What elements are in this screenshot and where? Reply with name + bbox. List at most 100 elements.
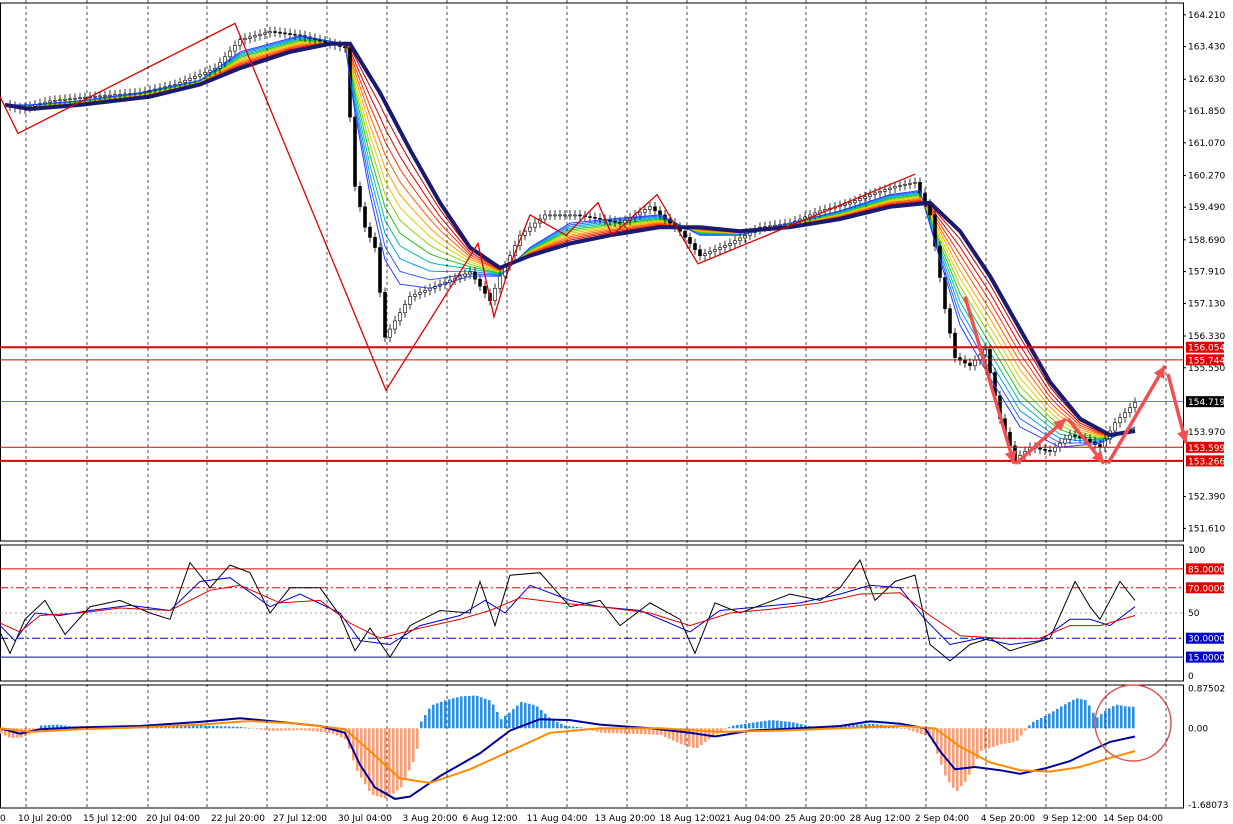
- candle-body: [63, 98, 67, 101]
- candle-body: [908, 183, 912, 185]
- candle-body: [578, 214, 582, 217]
- macd-histogram-bar: [324, 728, 327, 733]
- candle-body: [293, 33, 297, 36]
- candle-body: [703, 253, 707, 256]
- macd-histogram-bar: [1068, 702, 1071, 729]
- candle-body: [498, 275, 502, 289]
- candle-body: [353, 116, 357, 187]
- macd-histogram-bar: [740, 724, 743, 729]
- macd-histogram-bar: [576, 727, 579, 729]
- candle-body: [243, 38, 247, 40]
- macd-histogram-bar: [192, 725, 195, 729]
- candle-body: [323, 40, 327, 43]
- macd-histogram-bar: [776, 720, 779, 729]
- price-tick-label: 164.210: [1188, 11, 1225, 21]
- macd-histogram-bar: [572, 726, 575, 729]
- candle-body: [638, 211, 642, 216]
- macd-histogram-bar: [1128, 706, 1131, 729]
- time-label: 10 Jul 20:00: [18, 814, 72, 824]
- macd-histogram-bar: [452, 698, 455, 729]
- macd-histogram-bar: [216, 726, 219, 729]
- macd-tick-label: 0.87502: [1188, 684, 1225, 694]
- price-tick-label: 151.610: [1188, 524, 1225, 534]
- macd-histogram-bar: [736, 725, 739, 729]
- candle-body: [588, 216, 592, 218]
- macd-histogram-bar: [1040, 717, 1043, 729]
- candle-body: [718, 247, 722, 250]
- candle-body: [973, 360, 977, 367]
- macd-histogram-bar: [952, 728, 955, 788]
- macd-histogram-bar: [768, 720, 771, 729]
- candle-body: [688, 237, 692, 244]
- osc-level-label: 85.0000: [1188, 565, 1225, 575]
- macd-histogram-bar: [232, 726, 235, 729]
- candle-body: [648, 206, 652, 210]
- macd-histogram-bar: [204, 725, 207, 729]
- macd-histogram-bar: [1084, 699, 1087, 729]
- candle-body: [418, 292, 422, 295]
- macd-histogram-bar: [960, 728, 963, 787]
- candle-body: [1063, 438, 1067, 444]
- macd-histogram-bar: [320, 728, 323, 732]
- time-label: 22 Jul 20:00: [211, 814, 265, 824]
- candle-body: [543, 214, 547, 220]
- candle-body: [618, 221, 622, 224]
- candle-body: [268, 31, 272, 34]
- time-label: 0: [0, 814, 6, 824]
- candle-body: [878, 191, 882, 194]
- candle-body: [68, 98, 72, 101]
- macd-histogram-bar: [276, 728, 279, 731]
- macd-histogram-bar: [308, 728, 311, 731]
- macd-histogram-bar: [228, 726, 231, 729]
- macd-histogram-bar: [284, 728, 287, 731]
- macd-histogram-bar: [1032, 721, 1035, 729]
- macd-histogram-bar: [544, 713, 547, 729]
- time-label: 30 Jul 04:00: [338, 814, 392, 824]
- candle-body: [458, 275, 462, 279]
- macd-histogram-bar: [392, 728, 395, 794]
- macd-histogram-bar: [980, 728, 983, 752]
- candle-body: [103, 95, 107, 97]
- candle-body: [848, 202, 852, 205]
- candle-body: [698, 249, 702, 256]
- price-tick-label: 163.430: [1188, 43, 1225, 53]
- macd-histogram-bar: [396, 728, 399, 791]
- time-label: 11 Aug 04:00: [527, 814, 588, 824]
- time-label: 25 Aug 20:00: [785, 814, 846, 824]
- candle-body: [728, 243, 732, 246]
- macd-histogram-bar: [436, 703, 439, 729]
- macd-histogram-bar: [780, 720, 783, 729]
- macd-histogram-bar: [312, 728, 315, 732]
- macd-histogram-bar: [756, 721, 759, 729]
- macd-histogram-bar: [1052, 711, 1055, 729]
- time-label: 9 Sep 12:00: [1043, 814, 1098, 824]
- candle-body: [898, 185, 902, 187]
- trading-chart[interactable]: 164.210 163.430 162.630 161.850 161.070 160.2…: [0, 0, 1233, 824]
- candle-body: [768, 225, 772, 228]
- candle-body: [968, 362, 972, 367]
- macd-histogram-bar: [1056, 708, 1059, 729]
- candle-body: [408, 296, 412, 305]
- macd-histogram-bar: [536, 706, 539, 729]
- candle-body: [58, 99, 62, 102]
- candle-body: [188, 78, 192, 81]
- macd-histogram-bar: [1120, 705, 1123, 729]
- macd-histogram-bar: [1092, 712, 1095, 729]
- candle-body: [1123, 412, 1127, 419]
- candle-body: [1068, 434, 1072, 440]
- macd-histogram-bar: [560, 723, 563, 729]
- candle-body: [463, 273, 467, 277]
- candle-body: [493, 288, 497, 301]
- macd-histogram-bar: [1016, 728, 1019, 741]
- macd-histogram-bar: [1024, 728, 1027, 731]
- macd-histogram-bar: [280, 728, 283, 731]
- macd-histogram-bar: [196, 725, 199, 729]
- macd-histogram-bar: [236, 726, 239, 729]
- price-level-label: 156.054: [1188, 344, 1225, 354]
- candle-body: [548, 214, 552, 217]
- macd-histogram-bar: [356, 728, 359, 771]
- candle-body: [483, 285, 487, 294]
- candle-body: [403, 304, 407, 314]
- candle-body: [393, 320, 397, 330]
- macd-histogram-bar: [708, 728, 711, 739]
